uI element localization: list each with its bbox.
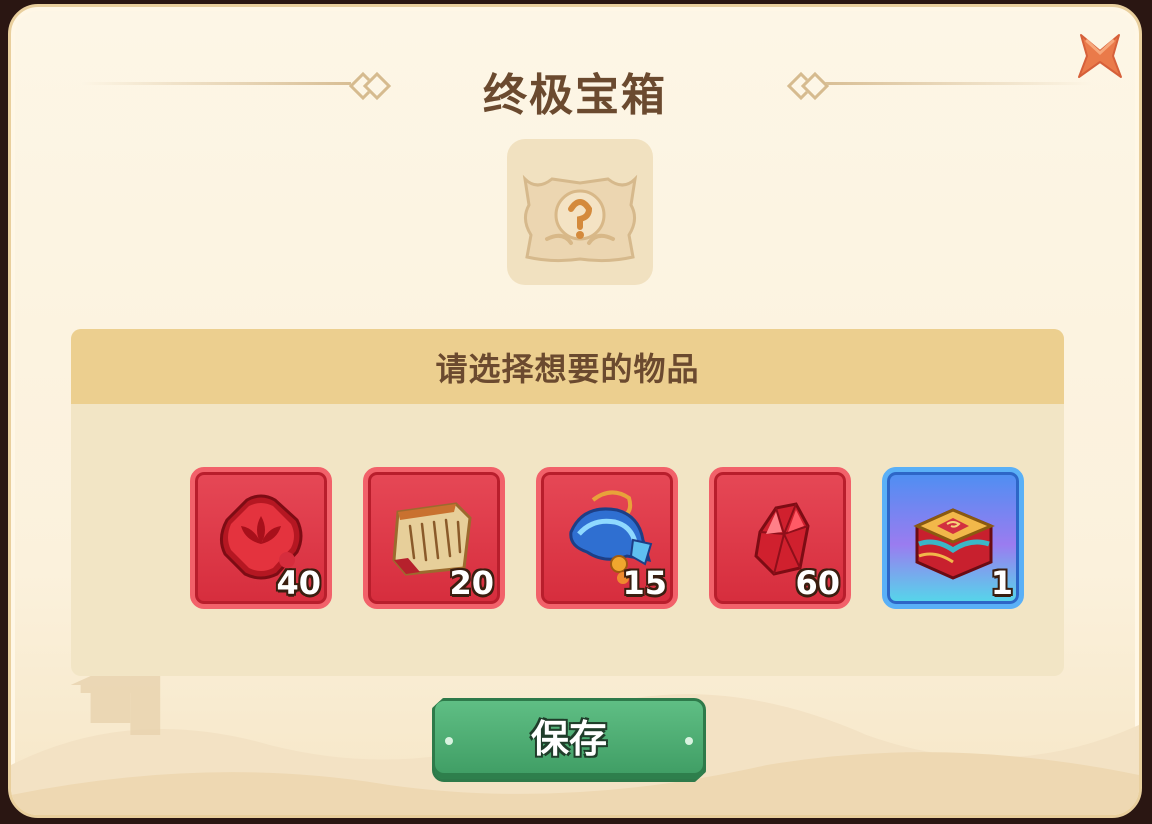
item-slot-5[interactable]: 1 — [882, 467, 1024, 609]
button-dot-decoration — [445, 737, 453, 745]
ultimate-chest-icon — [507, 139, 653, 285]
save-button-label: 保存 — [530, 717, 607, 761]
item-count: 40 — [276, 564, 321, 602]
item-count: 15 — [622, 564, 667, 602]
item-count: 1 — [990, 564, 1013, 602]
item-slot-1[interactable]: 40 — [190, 467, 332, 609]
button-dot-decoration — [685, 737, 693, 745]
item-count: 20 — [449, 564, 494, 602]
close-x-icon[interactable] — [1073, 29, 1127, 83]
item-slot-2[interactable]: 20 — [363, 467, 505, 609]
item-count: 60 — [795, 564, 840, 602]
item-slot-4[interactable]: 60 — [709, 467, 851, 609]
dialog-title: 终极宝箱 — [483, 70, 667, 121]
item-slot-3[interactable]: 15 — [536, 467, 678, 609]
save-button[interactable]: 保存 — [432, 698, 706, 782]
selection-header: 请选择想要的物品 — [71, 329, 1064, 404]
selection-panel: 请选择想要的物品 40 20 15 60 1 — [71, 329, 1064, 676]
